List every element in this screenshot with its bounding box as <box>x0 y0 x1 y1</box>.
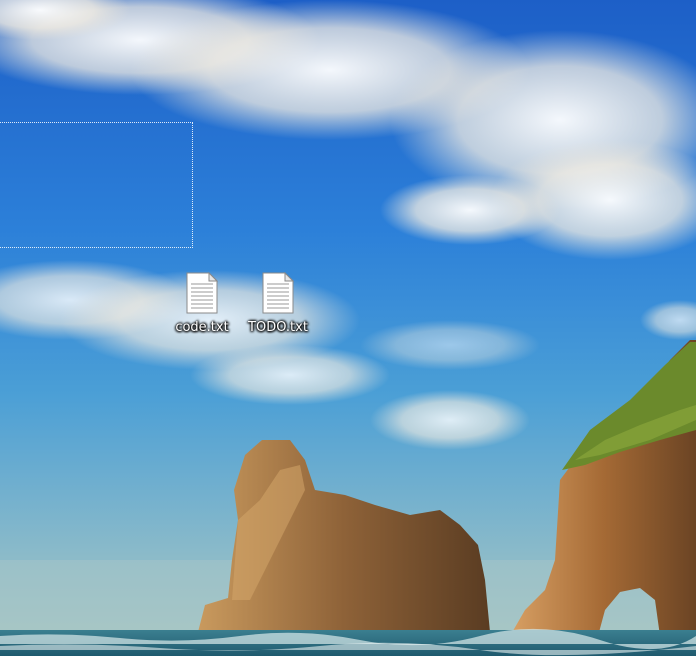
text-file-icon <box>262 272 294 314</box>
text-file-icon <box>186 272 218 314</box>
selection-rectangle <box>0 122 193 248</box>
desktop-icon-code-txt[interactable]: code.txt <box>165 270 239 342</box>
desktop-icon-label: TODO.txt <box>248 320 308 335</box>
desktop-icon-todo-txt[interactable]: TODO.txt <box>241 270 315 342</box>
desktop-icon-label: code.txt <box>175 320 229 335</box>
desktop-wallpaper <box>0 0 696 656</box>
desktop[interactable]: code.txt TODO.txt <box>0 0 696 656</box>
